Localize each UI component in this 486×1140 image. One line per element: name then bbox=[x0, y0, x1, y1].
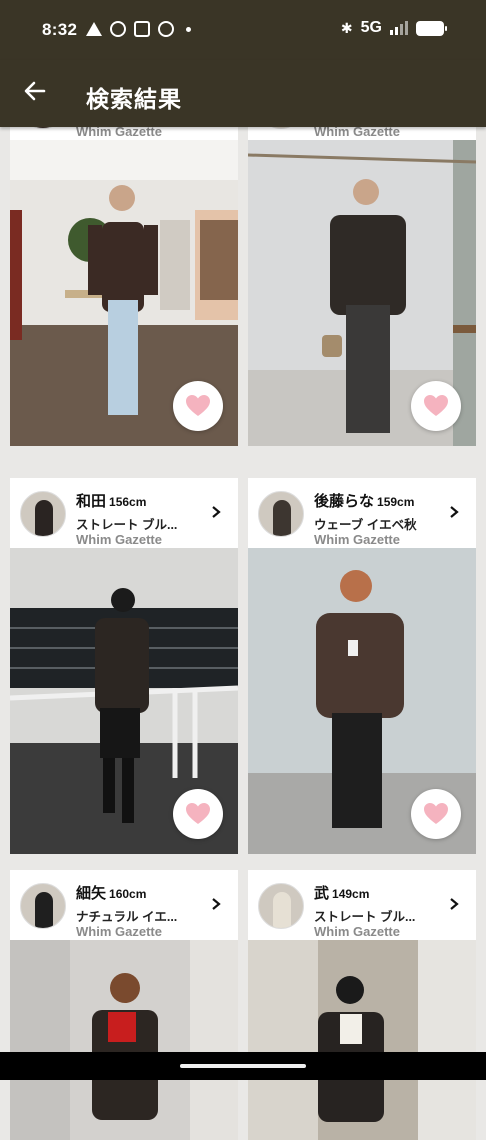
profile-name: 細矢 bbox=[76, 885, 107, 902]
profile-source: Whim Gazette bbox=[314, 924, 400, 939]
page-title: 検索結果 bbox=[86, 86, 182, 112]
outfit-photo[interactable] bbox=[10, 548, 238, 854]
profile-source: Whim Gazette bbox=[76, 532, 162, 547]
heart-icon bbox=[186, 395, 210, 416]
profile-height: 160cm bbox=[109, 887, 147, 901]
profile-header[interactable]: 和田 156cm ストレート ブル... Whim Gazette bbox=[10, 478, 238, 548]
app-bar: 検索結果 bbox=[0, 60, 486, 127]
signal-icon bbox=[390, 21, 408, 35]
avatar bbox=[20, 491, 66, 537]
favorite-button[interactable] bbox=[173, 789, 223, 839]
network-label: 5G bbox=[360, 19, 382, 36]
favorite-button[interactable] bbox=[173, 381, 223, 431]
heart-icon bbox=[186, 803, 210, 824]
outfit-photo[interactable] bbox=[248, 140, 476, 446]
profile-type: ウェーブ イエベ秋 bbox=[314, 518, 417, 532]
profile-type: ストレート ブル... bbox=[76, 518, 178, 532]
back-button[interactable] bbox=[18, 74, 52, 108]
outfit-photo[interactable] bbox=[10, 940, 238, 1140]
outfit-photo[interactable] bbox=[248, 548, 476, 854]
heart-icon bbox=[424, 395, 448, 416]
favorite-button[interactable] bbox=[411, 789, 461, 839]
outfit-card[interactable]: 後藤らな 159cm ウェーブ イエベ秋 Whim Gazette bbox=[248, 478, 476, 854]
profile-height: 159cm bbox=[377, 495, 415, 509]
chevron-right-icon bbox=[450, 898, 459, 910]
chevron-right-icon bbox=[212, 506, 221, 518]
profile-type: ナチュラル イエ... bbox=[76, 910, 178, 924]
more-notifications-dot-icon bbox=[186, 26, 191, 32]
heart-icon bbox=[424, 803, 448, 824]
system-icons: ✱ 5G bbox=[340, 19, 447, 37]
profile-header[interactable]: 武 149cm ストレート ブル... Whim Gazette bbox=[248, 870, 476, 940]
app-notification-icon bbox=[110, 21, 126, 37]
profile-name: 和田 bbox=[76, 493, 107, 510]
arrow-left-icon bbox=[24, 81, 46, 101]
bluetooth-icon: ✱ bbox=[340, 19, 353, 36]
outfit-card[interactable]: 武 149cm ストレート ブル... Whim Gazette bbox=[248, 870, 476, 1140]
outfit-card[interactable]: 細矢 160cm ナチュラル イエ... Whim Gazette bbox=[10, 870, 238, 1140]
avatar bbox=[258, 491, 304, 537]
notification-icons bbox=[86, 21, 191, 37]
outfit-card[interactable]: 和田 156cm ストレート ブル... Whim Gazette bbox=[10, 478, 238, 854]
chevron-right-icon bbox=[450, 506, 459, 518]
avatar bbox=[20, 883, 66, 929]
favorite-button[interactable] bbox=[411, 381, 461, 431]
outfit-photo[interactable] bbox=[248, 940, 476, 1140]
status-time: 8:32 bbox=[42, 20, 78, 39]
profile-header[interactable]: 細矢 160cm ナチュラル イエ... Whim Gazette bbox=[10, 870, 238, 940]
p-app-icon bbox=[134, 21, 150, 37]
outfit-photo[interactable] bbox=[10, 140, 238, 446]
pinterest-icon bbox=[158, 21, 174, 37]
chevron-right-icon bbox=[212, 898, 221, 910]
profile-header[interactable]: 後藤らな 159cm ウェーブ イエベ秋 Whim Gazette bbox=[248, 478, 476, 548]
profile-type: ストレート ブル... bbox=[314, 910, 416, 924]
status-bar: 8:32 ✱ 5G bbox=[0, 0, 486, 60]
warning-icon bbox=[86, 22, 102, 36]
profile-height: 149cm bbox=[332, 887, 370, 901]
navigation-bar bbox=[0, 1052, 486, 1080]
home-gesture-handle[interactable] bbox=[180, 1064, 306, 1068]
profile-name: 武 bbox=[314, 885, 330, 902]
profile-source: Whim Gazette bbox=[314, 532, 400, 547]
profile-height: 156cm bbox=[109, 495, 147, 509]
profile-name: 後藤らな bbox=[314, 493, 375, 510]
avatar bbox=[258, 883, 304, 929]
profile-source: Whim Gazette bbox=[76, 924, 162, 939]
battery-icon bbox=[416, 20, 447, 36]
